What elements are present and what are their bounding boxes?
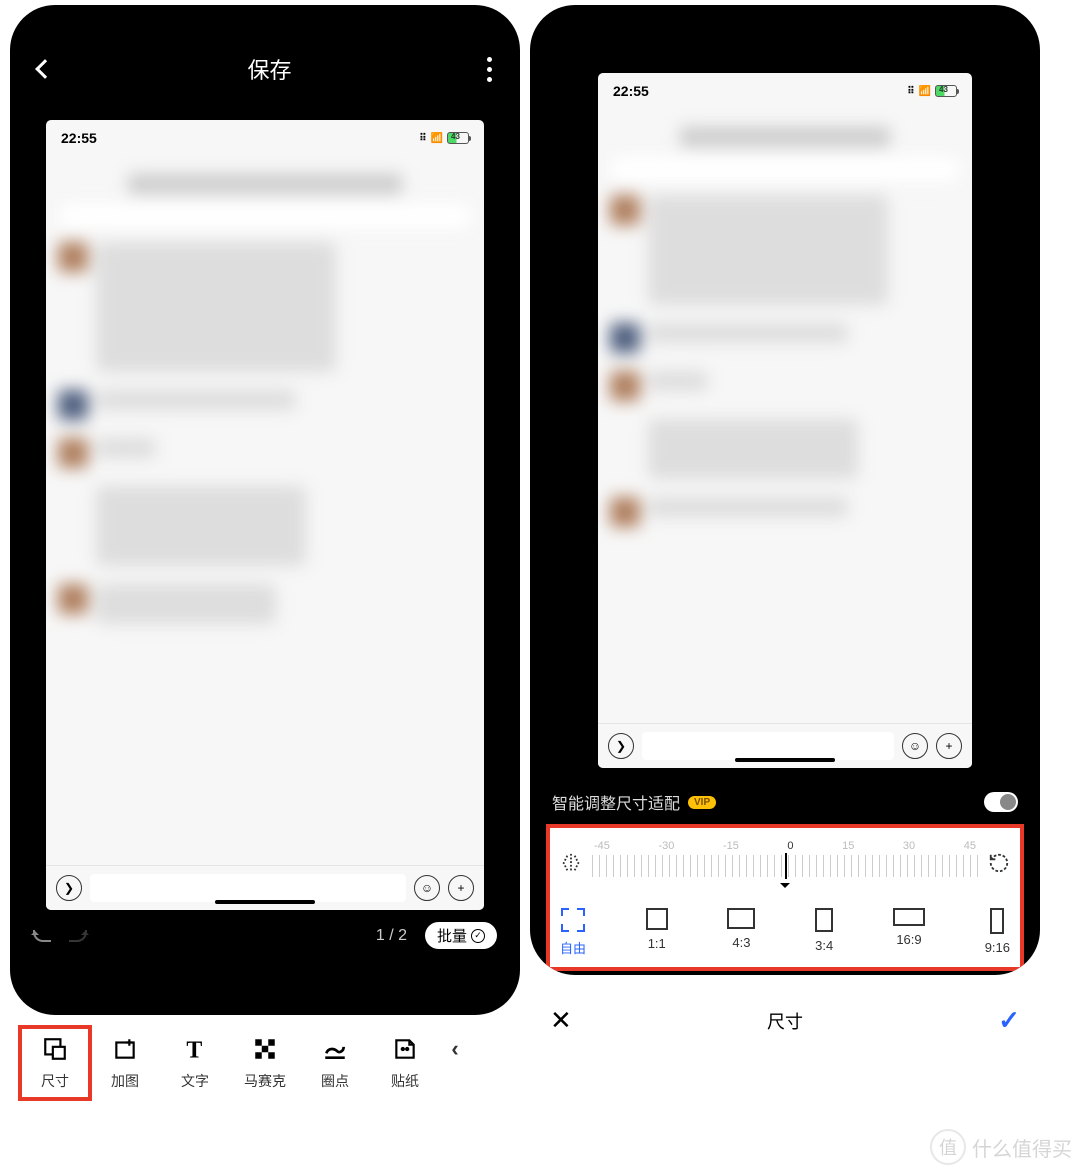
vip-badge: VIP xyxy=(688,796,716,809)
more-menu-icon[interactable] xyxy=(487,57,492,82)
tool-addimg[interactable]: 加图 xyxy=(90,1035,160,1091)
ruler-label: 30 xyxy=(903,840,915,852)
watermark-logo-icon: 值 xyxy=(930,1129,966,1165)
crop-panel: -45 -30 -15 0 15 30 45 自由 1:1 4:3 3:4 16:9 9:16 xyxy=(546,824,1024,971)
status-icons: ⠿📶 43 xyxy=(907,83,957,99)
confirm-button[interactable]: ✓ xyxy=(998,1005,1020,1036)
voice-icon: ❯ xyxy=(608,733,634,759)
plus-icon: + xyxy=(448,875,474,901)
chat-input xyxy=(90,874,406,902)
ratio-label: 3:4 xyxy=(815,938,833,953)
editing-image-preview[interactable]: 22:55 ⠿📶 43 xyxy=(46,120,484,910)
status-time: 22:55 xyxy=(61,130,97,146)
voice-icon: ❯ xyxy=(56,875,82,901)
ratio-label: 16:9 xyxy=(896,932,921,947)
flip-horizontal-icon[interactable] xyxy=(560,852,582,879)
undo-button[interactable] xyxy=(33,930,51,942)
ratio-4_3-icon xyxy=(727,908,755,929)
tool-label: 圈点 xyxy=(321,1071,349,1091)
ratio-label: 1:1 xyxy=(648,936,666,951)
ratio-16_9[interactable]: 16:9 xyxy=(893,908,925,957)
left-phone-frame: 保存 22:55 ⠿📶 43 xyxy=(10,5,520,1015)
emoji-icon: ☺ xyxy=(414,875,440,901)
smart-resize-row[interactable]: 智能调整尺寸适配 VIP xyxy=(538,780,1032,824)
svg-text:T: T xyxy=(186,1038,202,1062)
ratio-1_1-icon xyxy=(646,908,668,930)
ruler-label: 15 xyxy=(842,840,854,852)
addimg-icon xyxy=(111,1035,139,1063)
ratio-9_16-icon xyxy=(990,908,1004,934)
ruler-label: 0 xyxy=(787,840,793,852)
tool-text[interactable]: T 文字 xyxy=(160,1035,230,1091)
editor-toolbar: 尺寸 加图 T 文字 马赛克 圈点 贴纸 ‹ xyxy=(10,1015,520,1091)
ruler-label: -45 xyxy=(594,840,610,852)
tool-label: 加图 xyxy=(111,1071,139,1091)
circle-icon xyxy=(321,1035,349,1063)
ratio-16_9-icon xyxy=(893,908,925,926)
save-button[interactable]: 保存 xyxy=(247,53,291,85)
ratio-3_4[interactable]: 3:4 xyxy=(815,908,833,957)
ratio-1_1[interactable]: 1:1 xyxy=(646,908,668,957)
tool-mosaic[interactable]: 马赛克 xyxy=(230,1035,300,1091)
ruler-label: 45 xyxy=(964,840,976,852)
tool-circle[interactable]: 圈点 xyxy=(300,1035,370,1091)
chat-input xyxy=(642,732,894,760)
cancel-button[interactable]: ✕ xyxy=(550,1005,572,1036)
panel-title: 尺寸 xyxy=(767,1008,803,1034)
page-counter: 1 / 2 xyxy=(376,927,407,945)
smart-resize-toggle[interactable] xyxy=(984,792,1018,812)
emoji-icon: ☺ xyxy=(902,733,928,759)
notch xyxy=(185,5,345,33)
ruler-label: -30 xyxy=(658,840,674,852)
status-icons: ⠿📶 43 xyxy=(419,130,469,146)
plus-icon: + xyxy=(936,733,962,759)
ratio-label: 9:16 xyxy=(985,940,1010,955)
watermark: 值 什么值得买 xyxy=(930,1129,1072,1165)
back-button[interactable] xyxy=(35,59,55,79)
mosaic-icon xyxy=(251,1035,279,1063)
text-icon: T xyxy=(181,1035,209,1063)
right-phone-frame: 22:55 ⠿📶 43 xyxy=(530,5,1040,975)
tool-label: 尺寸 xyxy=(41,1071,69,1091)
home-indicator xyxy=(215,900,315,904)
tool-label: 贴纸 xyxy=(391,1071,419,1091)
tool-sticker[interactable]: 贴纸 xyxy=(370,1035,440,1091)
reset-rotation-icon[interactable] xyxy=(988,852,1010,879)
ratio-free[interactable]: 自由 xyxy=(560,908,586,957)
sticker-icon xyxy=(391,1035,419,1063)
ratio-free-icon xyxy=(561,908,585,932)
smart-resize-label: 智能调整尺寸适配 xyxy=(552,790,680,814)
crop-preview[interactable]: 22:55 ⠿📶 43 xyxy=(598,73,972,768)
tool-size[interactable]: 尺寸 xyxy=(20,1027,90,1099)
ratio-label: 4:3 xyxy=(732,935,750,950)
rotation-ruler[interactable]: -45 -30 -15 0 15 30 45 xyxy=(592,840,978,890)
notch xyxy=(705,5,865,33)
home-indicator xyxy=(735,758,835,762)
ratio-9_16[interactable]: 9:16 xyxy=(985,908,1010,957)
batch-button[interactable]: 批量✓ xyxy=(425,922,497,949)
size-icon xyxy=(41,1035,69,1063)
tool-label: 文字 xyxy=(181,1071,209,1091)
ratio-4_3[interactable]: 4:3 xyxy=(727,908,755,957)
toolbar-more-icon[interactable]: ‹ xyxy=(440,1035,470,1091)
ratio-label: 自由 xyxy=(560,938,586,957)
tool-label: 马赛克 xyxy=(244,1071,286,1091)
redo-button[interactable] xyxy=(69,930,87,942)
ratio-3_4-icon xyxy=(815,908,833,932)
ruler-label: -15 xyxy=(723,840,739,852)
status-time: 22:55 xyxy=(613,83,649,99)
